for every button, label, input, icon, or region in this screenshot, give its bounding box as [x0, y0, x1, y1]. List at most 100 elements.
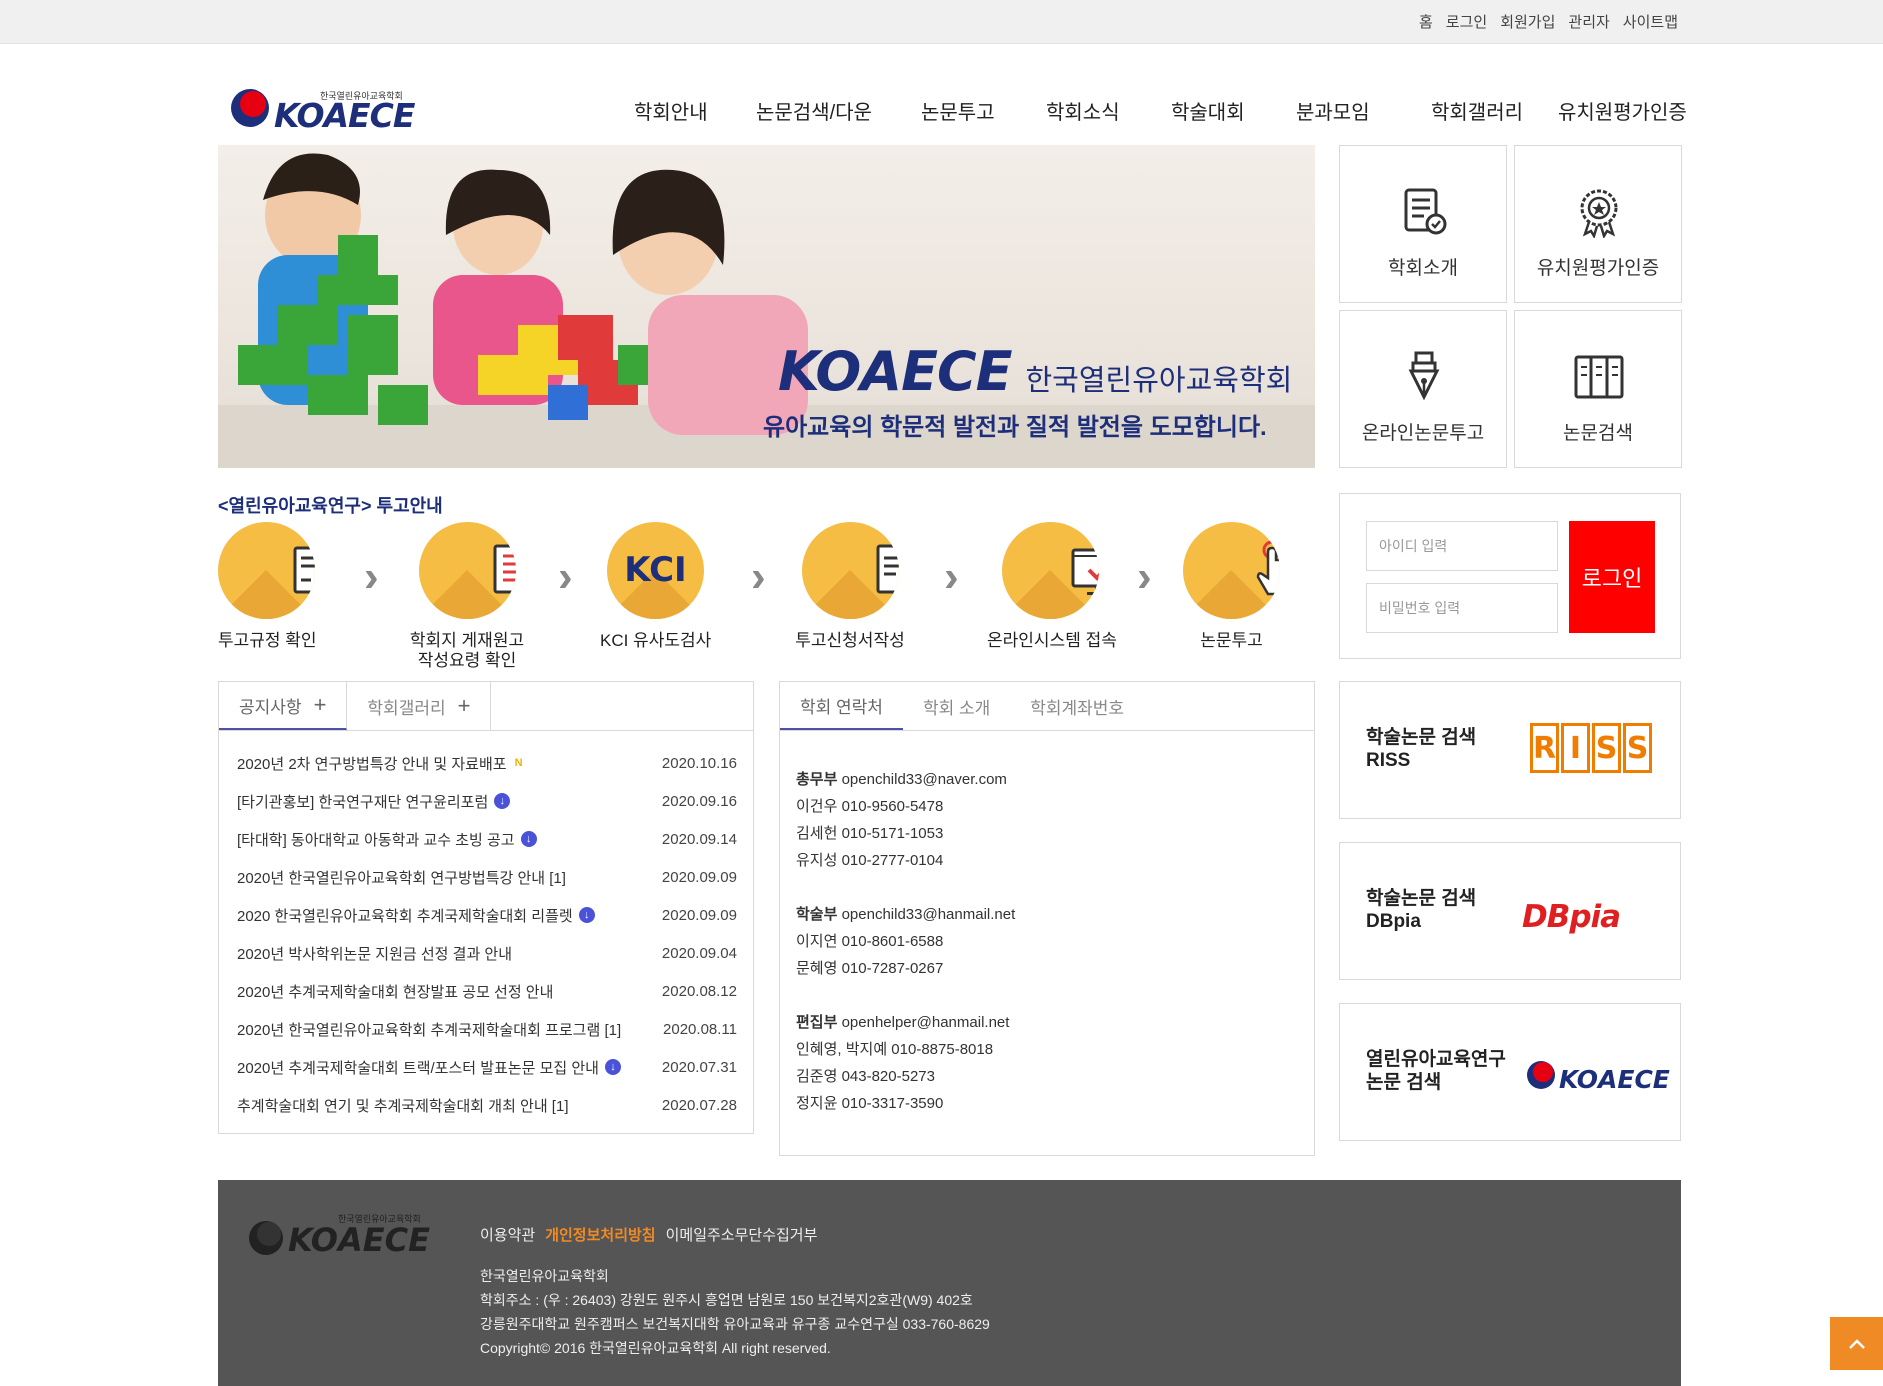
nav-item-conference[interactable]: 학술대회: [1171, 96, 1245, 125]
step-label: 온라인시스템 접속: [987, 631, 1117, 650]
guide-step-3[interactable]: KCI KCI 유사도검사: [600, 522, 711, 651]
quick-link-certification[interactable]: 유치원평가인증: [1514, 145, 1682, 303]
search-link-label: 열린유아교육연구 논문 검색: [1366, 1049, 1506, 1093]
footer-info: 한국열린유아교육학회 학회주소 : (우 : 26403) 강원도 원주시 흥업…: [480, 1264, 990, 1360]
notice-row[interactable]: 2020 한국열린유아교육학회 추계국제학술대회 리플렛 ↓ 2020.09.09: [237, 896, 737, 934]
notice-title: 2020년 추계국제학술대회 현장발표 공모 선정 안내: [237, 983, 554, 1001]
tab-notice[interactable]: 공지사항 +: [219, 682, 348, 730]
guide-step-1[interactable]: 투고규정 확인: [218, 522, 317, 651]
contact-group: 편집부 openhelper@hanmail.net 인혜영, 박지예 010-…: [796, 1009, 1015, 1117]
contact-group: 총무부 openchild33@naver.com 이건우 010-9560-5…: [796, 766, 1015, 874]
nav-item-certification[interactable]: 유치원평가인증: [1558, 96, 1687, 125]
notice-row[interactable]: 2020년 2차 연구방법특강 안내 및 자료배포 N 2020.10.16: [237, 744, 737, 782]
main-banner: KOAECE 한국열린유아교육학회 유아교육의 학문적 발전과 질적 발전을 도…: [218, 145, 1315, 468]
util-admin-link[interactable]: 관리자: [1568, 11, 1609, 32]
nav-item-paper-search[interactable]: 논문검색/다운: [756, 96, 872, 125]
notice-row[interactable]: 2020년 한국열린유아교육학회 추계국제학술대회 프로그램 [1] 2020.…: [237, 1010, 737, 1048]
plus-icon[interactable]: +: [314, 692, 327, 718]
tab-gallery[interactable]: 학회갤러리 +: [347, 682, 492, 730]
step-label: 투고규정 확인: [218, 631, 317, 650]
login-button[interactable]: 로그인: [1569, 521, 1655, 633]
util-login-link[interactable]: 로그인: [1446, 11, 1487, 32]
quick-link-label: 논문검색: [1563, 423, 1633, 444]
logo-circle-icon: [231, 89, 269, 127]
hand-click-icon: [1256, 540, 1280, 596]
nav-item-division[interactable]: 분과모임: [1296, 96, 1370, 125]
util-join-link[interactable]: 회원가입: [1500, 11, 1555, 32]
guide-step-2[interactable]: 학회지 게재원고 작성요령 확인: [407, 522, 527, 671]
util-home-link[interactable]: 홈: [1419, 11, 1433, 32]
user-id-input[interactable]: 아이디 입력: [1366, 521, 1558, 571]
notice-title: [타대학] 동아대학교 아동학과 교수 초빙 공고: [237, 831, 515, 849]
dbpia-search-link[interactable]: 학술논문 검색 DBpia DBpia: [1339, 842, 1681, 980]
notice-date: 2020.10.16: [661, 754, 737, 772]
dept-email: openchild33@hanmail.net: [841, 906, 1016, 923]
site-logo[interactable]: KOAECE 한국열린유아교육학회: [228, 86, 415, 136]
riss-logo: R I S S: [1530, 723, 1654, 773]
koaece-search-link[interactable]: 열린유아교육연구 논문 검색 KOAECE: [1339, 1003, 1681, 1141]
dbpia-logo: DBpia: [1522, 899, 1621, 935]
nav-item-about[interactable]: 학회안내: [634, 96, 708, 125]
login-box: 아이디 입력 비밀번호 입력 로그인: [1339, 493, 1681, 659]
guide-step-6[interactable]: 논문투고: [1183, 522, 1280, 651]
footer-address: 학회주소 : (우 : 26403) 강원도 원주시 흥업면 남원로 150 보…: [480, 1292, 973, 1308]
notice-date: 2020.07.28: [661, 1096, 737, 1114]
dept-name: 총무부: [796, 771, 838, 788]
bookshelf-icon: [1574, 355, 1624, 399]
notice-row[interactable]: 2020년 추계국제학술대회 트랙/포스터 발표논문 모집 안내 ↓ 2020.0…: [237, 1048, 737, 1086]
tab-intro[interactable]: 학회 소개: [903, 682, 1010, 730]
notice-row[interactable]: [타기관홍보] 한국연구재단 연구윤리포럼 ↓ 2020.09.16: [237, 782, 737, 820]
step-label: 학회지 게재원고 작성요령 확인: [409, 631, 525, 670]
chevron-right-icon: ›: [1137, 552, 1152, 601]
download-icon: ↓: [578, 907, 595, 923]
contact-person: 정지윤 010-3317-3590: [796, 1095, 944, 1112]
contact-person: 이지연 010-8601-6588: [796, 933, 944, 950]
notice-title: 추계학술대회 연기 및 추계국제학술대회 개최 안내 [1]: [237, 1097, 569, 1115]
monitor-check-icon: [1071, 548, 1099, 595]
logo-circle-icon: [1527, 1061, 1555, 1089]
notice-row[interactable]: 2020년 추계국제학술대회 현장발표 공모 선정 안내 2020.08.12: [237, 972, 737, 1010]
quick-link-about[interactable]: 학회소개: [1339, 145, 1507, 303]
contact-person: 유지성 010-2777-0104: [796, 852, 944, 869]
footer-logo-text: KOAECE: [288, 1221, 430, 1259]
footer-contact: 강릉원주대학교 원주캠퍼스 보건복지대학 유아교육과 유구종 교수연구실 033…: [480, 1316, 990, 1332]
tab-contact[interactable]: 학회 연락처: [780, 682, 903, 730]
contact-person: 인혜영, 박지예 010-8875-8018: [796, 1041, 994, 1058]
nav-item-submission[interactable]: 논문투고: [921, 96, 995, 125]
step-label: 논문투고: [1200, 631, 1263, 650]
chevron-right-icon: ›: [364, 552, 379, 601]
quick-link-label: 학회소개: [1388, 258, 1458, 279]
password-input[interactable]: 비밀번호 입력: [1366, 583, 1558, 633]
quick-link-paper-search[interactable]: 논문검색: [1514, 310, 1682, 468]
step-circle: KCI: [607, 522, 704, 619]
email-refusal-link[interactable]: 이메일주소무단수집거부: [666, 1224, 818, 1245]
tab-account[interactable]: 학회계좌번호: [1010, 682, 1144, 730]
notice-row[interactable]: [타대학] 동아대학교 아동학과 교수 초빙 공고 ↓ 2020.09.14: [237, 820, 737, 858]
step-label: 투고신청서작성: [795, 631, 905, 650]
guide-step-5[interactable]: 온라인시스템 접속: [987, 522, 1117, 651]
tab-divider: [780, 730, 1314, 731]
koaece-logo: KOAECE: [1525, 1059, 1670, 1096]
new-badge: N: [514, 757, 523, 769]
nav-item-news[interactable]: 학회소식: [1046, 96, 1120, 125]
guide-step-4[interactable]: 투고신청서작성: [794, 522, 906, 651]
notice-list: 2020년 2차 연구방법특강 안내 및 자료배포 N 2020.10.16 [타…: [237, 744, 737, 1124]
contact-person: 문혜영 010-7287-0267: [796, 960, 944, 977]
utility-links: 홈 로그인 회원가입 관리자 사이트맵: [1419, 11, 1678, 32]
nav-item-gallery[interactable]: 학회갤러리: [1431, 96, 1523, 125]
notice-title: 2020년 박사학위논문 지원금 선정 결과 안내: [237, 945, 513, 963]
notice-row[interactable]: 2020년 박사학위논문 지원금 선정 결과 안내 2020.09.04: [237, 934, 737, 972]
riss-logo-letter: S: [1592, 723, 1621, 773]
form-edit-icon: [876, 544, 899, 594]
notice-row[interactable]: 2020년 한국열린유아교육학회 연구방법특강 안내 [1] 2020.09.0…: [237, 858, 737, 896]
terms-link[interactable]: 이용약관: [480, 1224, 535, 1245]
util-sitemap-link[interactable]: 사이트맵: [1623, 11, 1678, 32]
notice-row[interactable]: 추계학술대회 연기 및 추계국제학술대회 개최 안내 [1] 2020.07.2…: [237, 1086, 737, 1124]
riss-search-link[interactable]: 학술논문 검색 RISS R I S S: [1339, 681, 1681, 819]
plus-icon[interactable]: +: [458, 693, 471, 719]
scroll-top-button[interactable]: [1830, 1317, 1883, 1370]
quick-link-online-submission[interactable]: 온라인논문투고: [1339, 310, 1507, 468]
privacy-policy-link[interactable]: 개인정보처리방침: [545, 1224, 655, 1245]
footer-links: 이용약관 개인정보처리방침 이메일주소무단수집거부: [480, 1224, 817, 1245]
pen-nib-icon: [1408, 351, 1440, 401]
